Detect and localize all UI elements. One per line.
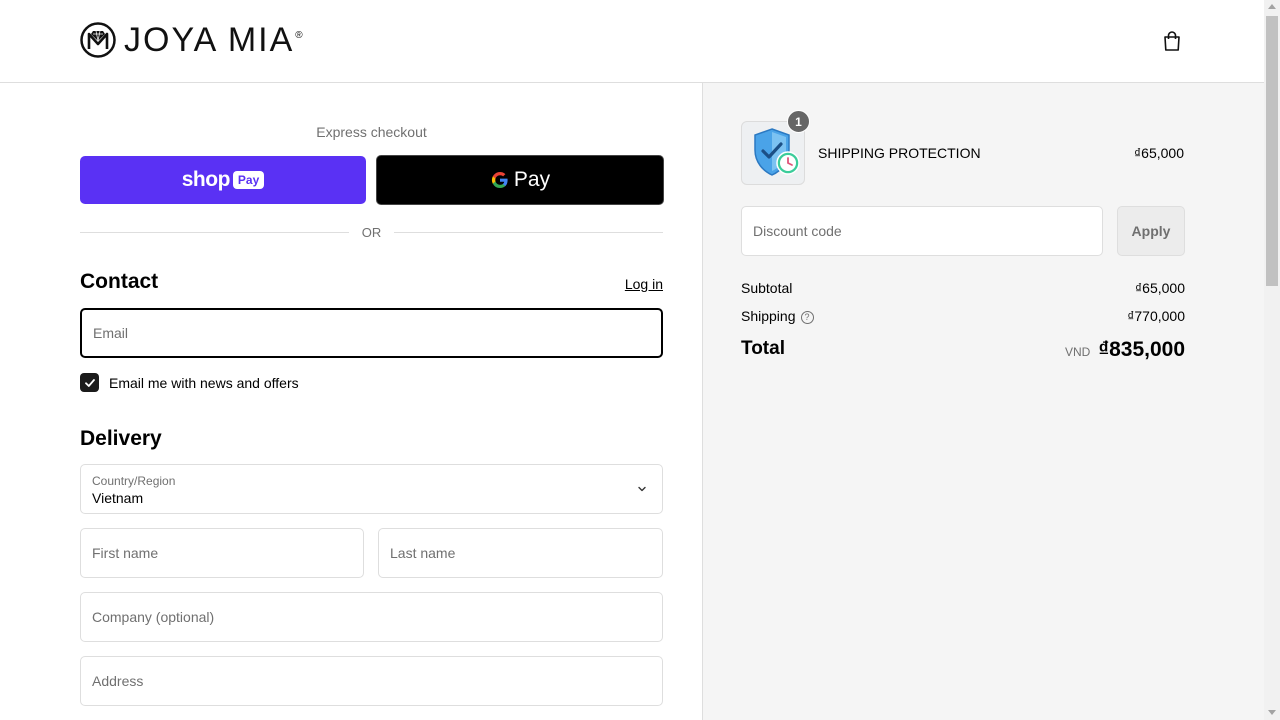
subtotal-label: Subtotal <box>741 280 793 296</box>
divider-line <box>394 231 663 233</box>
google-g-icon <box>491 171 508 189</box>
company-placeholder: Company (optional) <box>92 609 215 625</box>
last-name-placeholder: Last name <box>390 545 456 561</box>
shipping-row: Shipping? ₫770,000 <box>741 308 1185 324</box>
product-name: SHIPPING PROTECTION <box>818 145 981 161</box>
scroll-down-arrow-icon[interactable] <box>1268 710 1276 715</box>
login-link[interactable]: Log in <box>608 276 663 292</box>
page-scrollbar[interactable] <box>1264 0 1280 720</box>
company-input[interactable]: Company (optional) <box>80 592 663 642</box>
scroll-up-arrow-icon[interactable] <box>1268 4 1276 9</box>
order-summary: 1 SHIPPING PROTECTION ₫65,000 Discount c… <box>702 83 1264 720</box>
shipping-label: Shipping <box>741 308 796 324</box>
scrollbar-thumb[interactable] <box>1266 16 1278 286</box>
subtotal-row: Subtotal ₫65,000 <box>741 280 1185 296</box>
checkout-page: JOYA MIA® Express checkout shop Pay Pay … <box>0 0 1280 720</box>
header: JOYA MIA® <box>0 0 1264 83</box>
newsletter-label: Email me with news and offers <box>109 374 299 391</box>
brand-name: JOYA MIA® <box>124 21 305 59</box>
total-row: Total VND ₫835,000 <box>741 338 1185 364</box>
chevron-down-icon <box>638 486 646 492</box>
apply-discount-button[interactable]: Apply <box>1117 206 1185 256</box>
total-value: ₫835,000 <box>1098 338 1185 361</box>
joya-mia-logo-icon <box>80 22 116 58</box>
first-name-placeholder: First name <box>92 545 159 561</box>
subtotal-value: ₫65,000 <box>1134 280 1185 296</box>
google-pay-word: Pay <box>513 168 551 191</box>
address-placeholder: Address <box>92 673 144 689</box>
shop-pay-button[interactable]: shop Pay <box>80 156 366 204</box>
first-name-input[interactable]: First name <box>80 528 364 578</box>
divider-line <box>80 231 349 233</box>
discount-code-input[interactable]: Discount code <box>741 206 1103 256</box>
newsletter-checkbox[interactable] <box>80 373 99 392</box>
or-text: OR <box>361 224 382 240</box>
total-label: Total <box>741 338 785 359</box>
or-divider: OR <box>80 223 663 241</box>
product-price: ₫65,000 <box>1133 145 1184 161</box>
country-select[interactable]: Country/Region Vietnam <box>80 464 663 514</box>
shopping-bag-icon[interactable] <box>1160 29 1184 53</box>
checkmark-icon <box>84 378 95 387</box>
express-checkout-label: Express checkout <box>316 124 427 140</box>
total-currency: VND <box>1064 345 1091 359</box>
shipping-value: ₫770,000 <box>1127 308 1185 324</box>
address-input[interactable]: Address <box>80 656 663 706</box>
country-value: Vietnam <box>92 490 144 506</box>
shop-pay-word: shop <box>181 168 231 191</box>
email-input[interactable]: Email <box>80 308 663 358</box>
shop-pay-badge: Pay <box>232 171 265 189</box>
info-icon[interactable]: ? <box>800 311 814 324</box>
discount-placeholder: Discount code <box>753 223 842 239</box>
email-placeholder: Email <box>93 325 129 341</box>
newsletter-option[interactable]: Email me with news and offers <box>80 373 299 392</box>
checkout-form: Express checkout shop Pay Pay OR Contact… <box>0 83 702 720</box>
total-amount: VND ₫835,000 <box>1065 338 1185 362</box>
last-name-input[interactable]: Last name <box>378 528 663 578</box>
quantity-badge: 1 <box>787 110 810 133</box>
google-pay-button[interactable]: Pay <box>376 155 664 205</box>
country-label: Country/Region <box>92 474 176 488</box>
delivery-title: Delivery <box>80 427 162 450</box>
contact-title: Contact <box>80 270 159 293</box>
brand-logo[interactable]: JOYA MIA® <box>80 22 305 58</box>
